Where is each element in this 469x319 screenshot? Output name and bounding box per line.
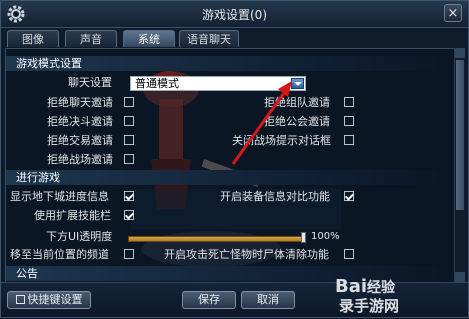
cancel-button[interactable]: 取消 — [241, 291, 295, 309]
watermark-lu-text: 录 — [339, 297, 355, 315]
keyboard-icon — [15, 295, 25, 304]
shortcut-settings-button[interactable]: 快捷键设置 — [7, 291, 91, 309]
watermark-jingyan-text: 经验 — [367, 280, 396, 296]
watermark-site: 录手游网 — [339, 295, 399, 316]
watermark-site-text: 手游网 — [354, 297, 400, 315]
shortcut-settings-label: 快捷键设置 — [27, 293, 83, 306]
settings-window: 游戏设置(0) × 图像 声音 系统 语音聊天 游戏模式设置 聊天设置 普通模式… — [0, 0, 469, 318]
red-annotation-arrow — [231, 81, 292, 165]
watermark-baidu: Bai经验 — [335, 276, 395, 297]
watermark-baidu-text: Bai — [335, 276, 368, 297]
save-button[interactable]: 保存 — [182, 291, 236, 309]
